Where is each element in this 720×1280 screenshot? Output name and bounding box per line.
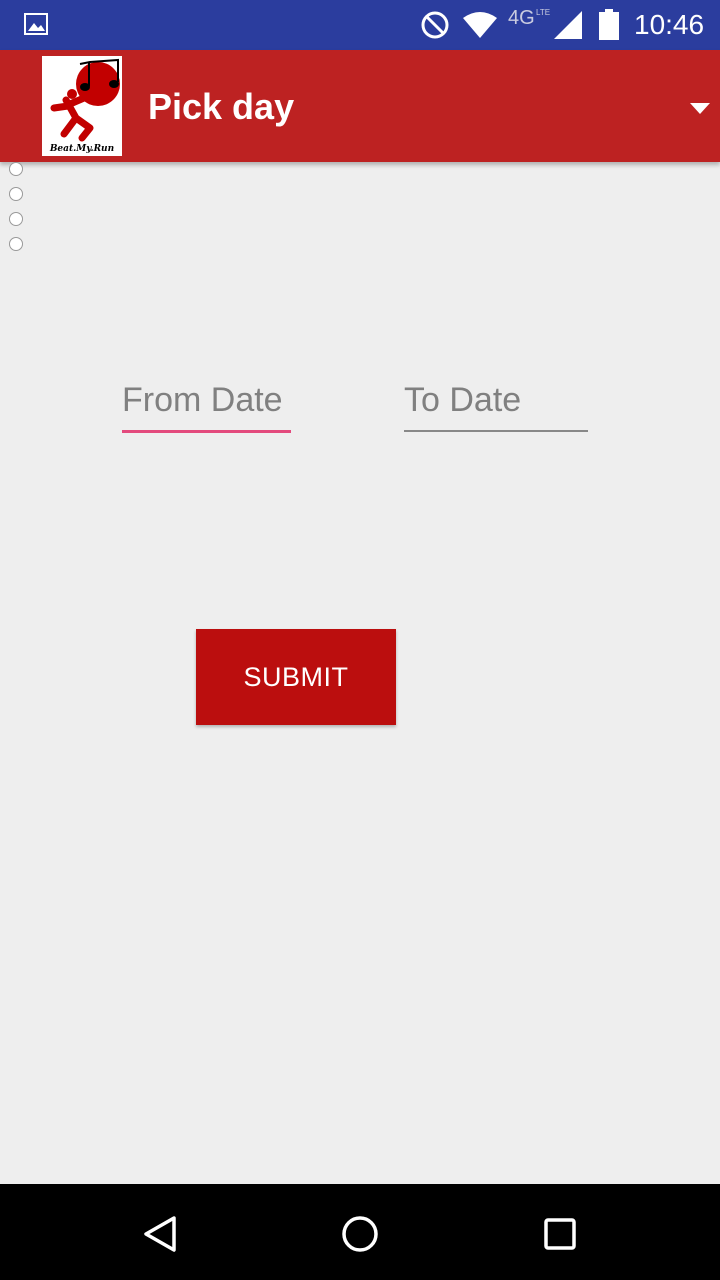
radio-option-3[interactable] [9,212,23,226]
from-date-placeholder: From Date [122,381,283,419]
radio-option-4[interactable] [9,237,23,251]
status-clock: 10:46 [634,9,705,40]
network-type-label: 4G [508,7,535,29]
home-icon[interactable] [340,1214,380,1258]
gallery-icon [24,13,48,39]
app-logo: Beat.My.Run [42,56,122,156]
back-icon[interactable] [140,1214,180,1258]
to-date-placeholder: To Date [404,381,522,419]
do-not-disturb-icon [420,10,450,44]
submit-button[interactable]: SUBMIT [196,629,396,725]
radio-option-1[interactable] [9,162,23,176]
runner-music-logo [50,58,120,142]
wifi-icon [462,10,498,44]
signal-icon [552,10,584,44]
battery-icon [598,9,620,45]
logo-caption: Beat.My.Run [49,144,115,154]
recents-icon[interactable] [540,1214,580,1258]
navigation-bar [0,1184,720,1280]
radio-group [8,162,26,262]
app-bar: Beat.My.Run Pick day [0,50,720,162]
from-date-field[interactable]: From Date [122,378,291,433]
to-date-field[interactable]: To Date [404,378,588,432]
network-sub-label: LTE [536,8,551,17]
page-title: Pick day [148,86,295,127]
radio-option-2[interactable] [9,187,23,201]
status-bar: 4G LTE 10:46 [0,0,720,50]
dropdown-arrow-icon[interactable] [690,100,710,119]
